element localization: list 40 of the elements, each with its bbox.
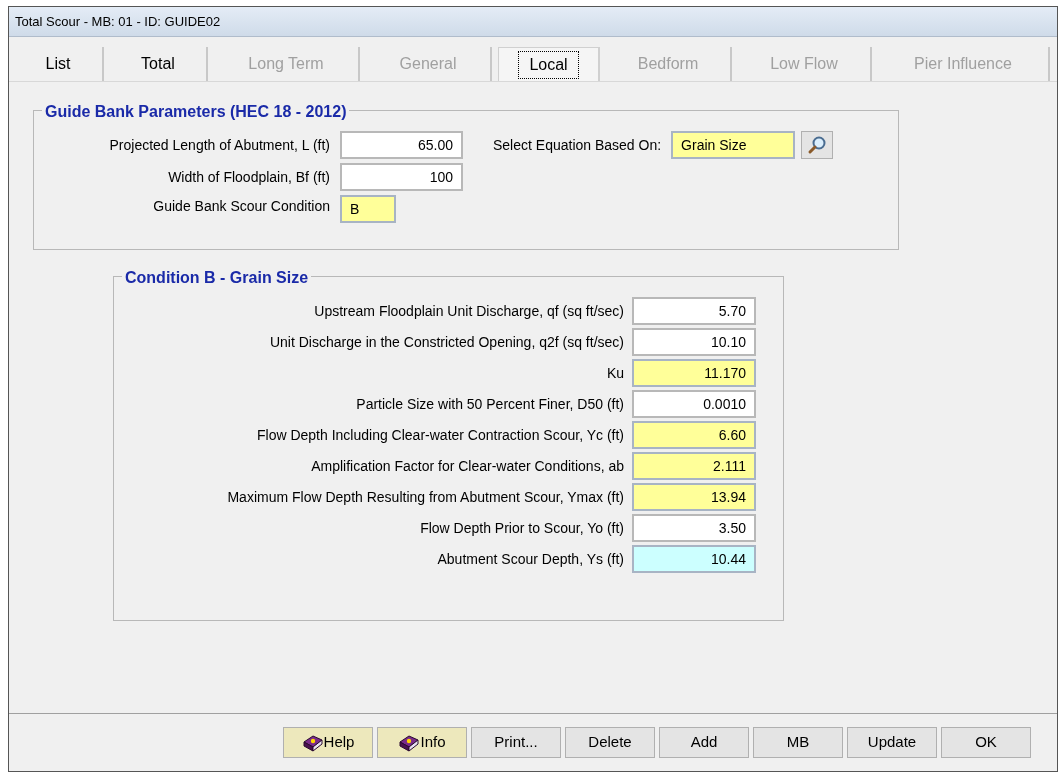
- value-field[interactable]: 2.111: [632, 452, 756, 480]
- action-button[interactable]: MB: [753, 727, 843, 758]
- action-button[interactable]: Delete: [565, 727, 655, 758]
- action-button[interactable]: OK: [941, 727, 1031, 758]
- action-button[interactable]: Info: [377, 727, 467, 758]
- value-field[interactable]: 0.0010: [632, 390, 756, 418]
- field-label: Unit Discharge in the Constricted Opening, q2f (sq ft/sec): [268, 332, 624, 352]
- value-field[interactable]: 65.00: [340, 131, 463, 159]
- field-label: Abutment Scour Depth, Ys (ft): [436, 549, 624, 569]
- value-field[interactable]: 100: [340, 163, 463, 191]
- action-button[interactable]: Update: [847, 727, 937, 758]
- value-field[interactable]: 6.60: [632, 421, 756, 449]
- field-label: Flow Depth Including Clear-water Contraction Scour, Yc (ft): [256, 425, 624, 445]
- field-label: Guide Bank Scour Condition: [152, 196, 330, 216]
- field-label: Projected Length of Abutment, L (ft): [108, 135, 330, 155]
- field-label: Amplification Factor for Clear-water Conditions, ab: [310, 456, 624, 476]
- field-label: Flow Depth Prior to Scour, Yo (ft): [419, 518, 624, 538]
- field-label: Ku: [605, 363, 624, 383]
- field-label: Maximum Flow Depth Resulting from Abutment Scour, Ymax (ft): [226, 487, 624, 507]
- action-button[interactable]: Add: [659, 727, 749, 758]
- action-button[interactable]: Print...: [471, 727, 561, 758]
- tab[interactable]: Local: [498, 47, 600, 81]
- action-button[interactable]: Help: [283, 727, 373, 758]
- value-field[interactable]: Grain Size: [671, 131, 796, 159]
- value-field[interactable]: B: [340, 195, 396, 223]
- value-field[interactable]: 5.70: [632, 297, 756, 325]
- value-field[interactable]: 11.170: [632, 359, 756, 387]
- value-field[interactable]: 10.44: [632, 545, 756, 573]
- field-label: Particle Size with 50 Percent Finer, D50 (ft): [355, 394, 624, 414]
- field-label: Select Equation Based On:: [493, 135, 662, 155]
- book-icon: [301, 733, 324, 752]
- search-button[interactable]: [801, 131, 834, 159]
- search-icon: [807, 135, 828, 155]
- value-field[interactable]: 13.94: [632, 483, 756, 511]
- value-field[interactable]: 3.50: [632, 514, 756, 542]
- field-label: Upstream Floodplain Unit Discharge, qf (sq ft/sec): [313, 301, 624, 321]
- value-field[interactable]: 10.10: [632, 328, 756, 356]
- window-title: Total Scour - MB: 01 - ID: GUIDE02: [15, 12, 221, 31]
- book-icon: [398, 733, 421, 752]
- field-label: Width of Floodplain, Bf (ft): [167, 167, 330, 187]
